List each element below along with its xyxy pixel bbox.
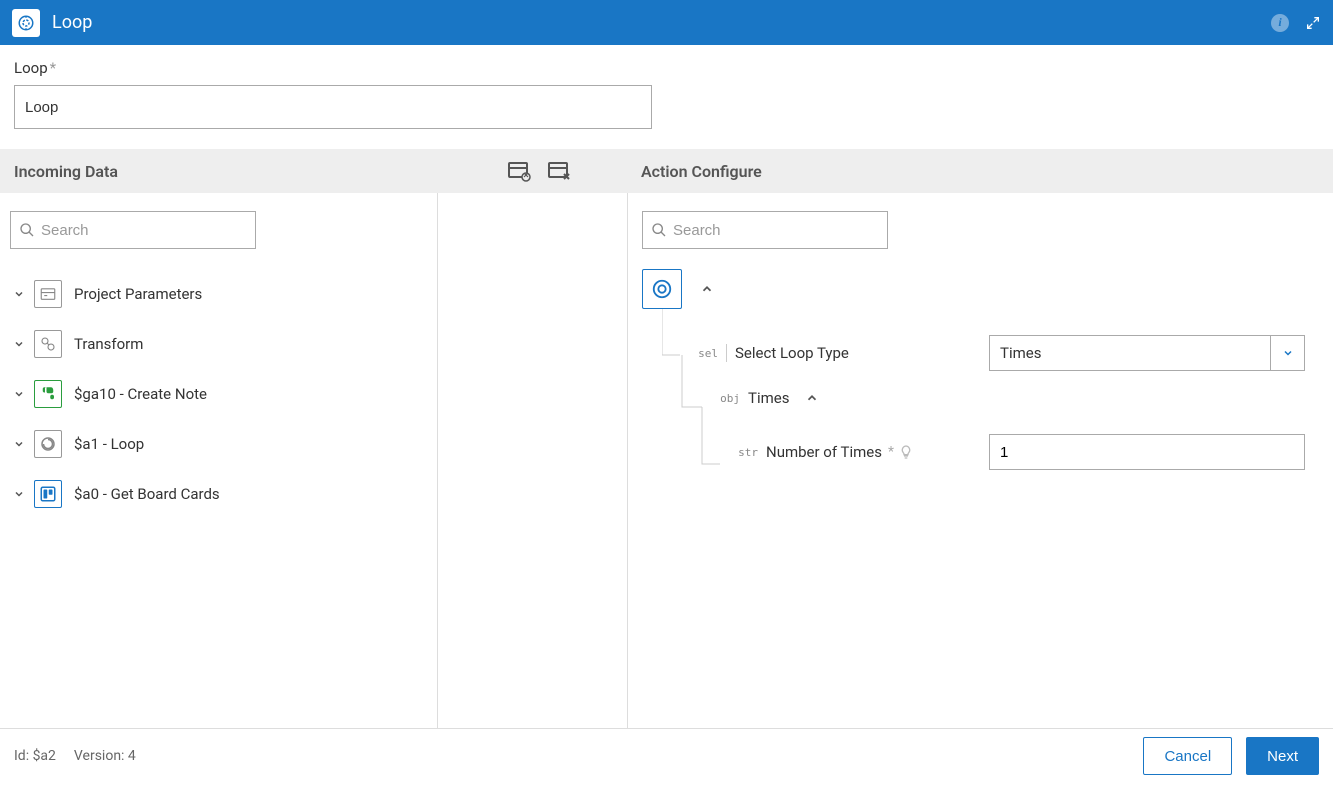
chevron-up-icon[interactable] xyxy=(805,391,819,405)
config-times-row[interactable]: obj Times xyxy=(662,371,1319,425)
chevron-down-icon xyxy=(10,488,28,500)
footer: Id: $a2 Version: 4 Cancel Next xyxy=(0,728,1333,783)
info-icon[interactable]: i xyxy=(1271,14,1289,32)
required-mark: * xyxy=(888,444,894,460)
tree-item-project-parameters[interactable]: Project Parameters xyxy=(10,269,427,319)
loop-small-icon xyxy=(34,430,62,458)
tree-label: Project Parameters xyxy=(74,285,202,303)
loop-type-value: Times xyxy=(990,344,1270,362)
search-icon xyxy=(651,222,667,238)
loop-icon xyxy=(12,9,40,37)
panel-toggle-icon[interactable] xyxy=(507,160,533,182)
loop-config-icon xyxy=(642,269,682,309)
type-badge: str xyxy=(726,446,758,459)
footer-id: Id: $a2 xyxy=(14,748,56,764)
search-icon xyxy=(19,222,35,238)
select-loop-type-label: Select Loop Type xyxy=(735,344,849,362)
name-input[interactable] xyxy=(14,85,652,129)
number-of-times-input[interactable] xyxy=(989,434,1305,470)
name-section: Loop* xyxy=(0,45,1333,149)
incoming-data-header: Incoming Data xyxy=(14,162,507,181)
tree-item-create-note[interactable]: $ga10 - Create Note xyxy=(10,369,427,419)
panel-close-icon[interactable] xyxy=(547,160,573,182)
chevron-up-icon[interactable] xyxy=(700,282,714,296)
tree-label: $a1 - Loop xyxy=(74,435,144,453)
main-content: Project Parameters Transform $ga10 - Cre… xyxy=(0,193,1333,728)
transform-icon xyxy=(34,330,62,358)
footer-version: Version: 4 xyxy=(74,748,136,764)
config-root[interactable] xyxy=(642,269,1319,309)
loop-type-select[interactable]: Times xyxy=(989,335,1305,371)
params-icon xyxy=(34,280,62,308)
times-label: Times xyxy=(748,389,789,407)
trello-icon xyxy=(34,480,62,508)
section-headers: Incoming Data Action Configure xyxy=(0,149,1333,193)
middle-panel xyxy=(438,193,627,728)
incoming-search-input[interactable] xyxy=(41,222,247,239)
evernote-icon xyxy=(34,380,62,408)
incoming-data-panel: Project Parameters Transform $ga10 - Cre… xyxy=(0,193,438,728)
name-label: Loop* xyxy=(14,59,1319,77)
chevron-down-icon xyxy=(10,388,28,400)
next-button[interactable]: Next xyxy=(1246,737,1319,775)
action-configure-header: Action Configure xyxy=(641,162,762,181)
chevron-down-icon xyxy=(10,438,28,450)
config-select-loop-type-row: sel Select Loop Type Times xyxy=(662,309,1319,371)
chevron-down-icon xyxy=(10,288,28,300)
tree-item-get-board-cards[interactable]: $a0 - Get Board Cards xyxy=(10,469,427,519)
config-number-of-times-row: str Number of Times * xyxy=(662,425,1319,479)
app-header: Loop i xyxy=(0,0,1333,45)
number-of-times-label: Number of Times xyxy=(766,443,882,461)
tree-label: Transform xyxy=(74,335,143,353)
action-configure-panel: sel Select Loop Type Times obj Times xyxy=(627,193,1333,728)
header-title: Loop xyxy=(52,12,1271,33)
tree-label: $a0 - Get Board Cards xyxy=(74,485,220,503)
type-badge: obj xyxy=(708,392,740,405)
tree-item-loop[interactable]: $a1 - Loop xyxy=(10,419,427,469)
action-search[interactable] xyxy=(642,211,888,249)
expand-icon[interactable] xyxy=(1305,15,1321,31)
cancel-button[interactable]: Cancel xyxy=(1143,737,1232,775)
action-search-input[interactable] xyxy=(673,222,879,239)
type-badge: sel xyxy=(686,347,718,360)
lightbulb-icon[interactable] xyxy=(898,444,914,460)
incoming-search[interactable] xyxy=(10,211,256,249)
chevron-down-icon xyxy=(10,338,28,350)
tree-item-transform[interactable]: Transform xyxy=(10,319,427,369)
tree-label: $ga10 - Create Note xyxy=(74,385,207,403)
chevron-down-icon xyxy=(1270,336,1304,370)
